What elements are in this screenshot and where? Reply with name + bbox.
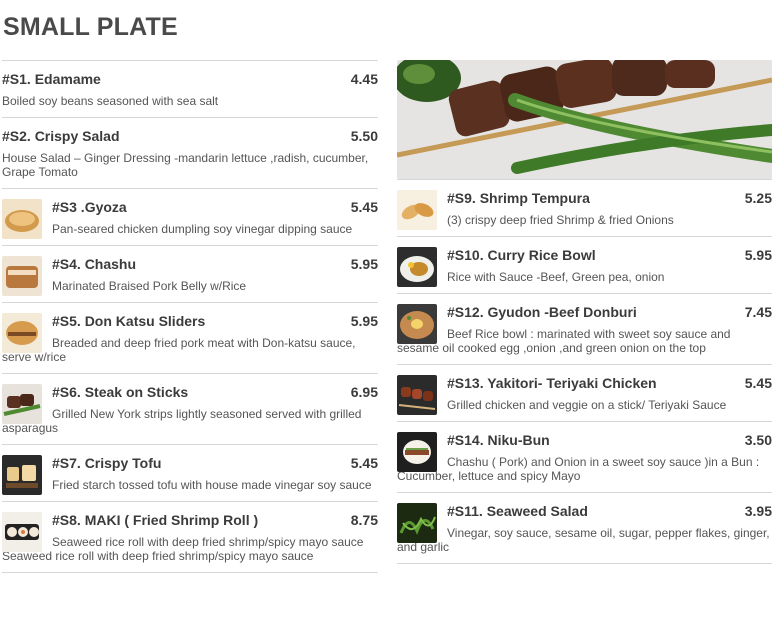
gyudon-photo (397, 304, 437, 344)
menu-item-price: 5.45 (350, 199, 378, 215)
menu-item-s9-shrimp-tempura: #S9. Shrimp Tempura 5.25 (3) crispy deep f… (397, 179, 772, 236)
menu-item-price: 5.95 (350, 256, 378, 272)
menu-item-description: Seaweed rice roll with deep fried shrimp… (2, 535, 364, 563)
tempura-photo (397, 190, 437, 230)
menu-item-name: #S4. Chashu (52, 256, 137, 272)
menu-item-name: #S3 .Gyoza (52, 199, 127, 215)
menu-item-price: 5.45 (350, 455, 378, 471)
bun-photo (397, 432, 437, 472)
menu-item-name: #S5. Don Katsu Sliders (52, 313, 206, 329)
menu-item-s10-curry-rice-bowl: #S10. Curry Rice Bowl 5.95 Rice with Sauce… (397, 236, 772, 293)
menu-item-s8-maki-fried-shrimp-roll: #S8. MAKI ( Fried Shrimp Roll ) 8.75 Seawe… (2, 501, 378, 573)
menu-item-description: Fried starch tossed tofu with house made… (52, 478, 372, 492)
menu-item-name: #S13. Yakitori- Teriyaki Chicken (447, 375, 657, 391)
menu-item-description: Beef Rice bowl : marinated with sweet so… (397, 327, 731, 355)
menu-item-s7-crispy-tofu: #S7. Crispy Tofu 5.45 Fried starch tossed … (2, 444, 378, 501)
menu-item-price: 5.95 (350, 313, 378, 329)
menu-item-price: 5.25 (744, 190, 772, 206)
menu-item-name: #S2. Crispy Salad (2, 128, 120, 144)
menu-item-description: Marinated Braised Pork Belly w/Rice (52, 279, 247, 293)
menu-item-name: #S12. Gyudon -Beef Donburi (447, 304, 637, 320)
sliders-photo (2, 313, 42, 353)
maki-photo (2, 512, 42, 552)
gyoza-photo (2, 199, 42, 239)
steak-skewer-hero-image (397, 60, 772, 179)
menu-item-price: 5.45 (744, 375, 772, 391)
menu-item-s2-crispy-salad: #S2. Crispy Salad 5.50 House Salad – Ginge… (2, 117, 378, 188)
menu-item-price: 7.45 (744, 304, 772, 320)
menu-column-left: #S1. Edamame 4.45 Boiled soy beans seasone… (2, 60, 378, 573)
menu-item-name: #S6. Steak on Sticks (52, 384, 189, 400)
chashu-photo (2, 256, 42, 296)
menu-item-name: #S7. Crispy Tofu (52, 455, 162, 471)
menu-item-name: #S9. Shrimp Tempura (447, 190, 590, 206)
menu-item-description: Chashu ( Pork) and Onion in a sweet soy … (397, 455, 760, 483)
menu-item-price: 3.50 (744, 432, 772, 448)
menu-item-s6-steak-on-sticks: #S6. Steak on Sticks 6.95 Grilled New York… (2, 373, 378, 444)
menu-item-description: Grilled chicken and veggie on a stick/ T… (447, 398, 727, 412)
menu-item-name: #S1. Edamame (2, 71, 101, 87)
curry-photo (397, 247, 437, 287)
tofu-photo (2, 455, 42, 495)
menu-item-s4-chashu: #S4. Chashu 5.95 Marinated Braised Pork Be… (2, 245, 378, 302)
menu-item-s13-yakitori-teriyaki-chicken: #S13. Yakitori- Teriyaki Chicken 5.45 Gril… (397, 364, 772, 421)
yakitori-photo (397, 375, 437, 415)
page-title: SMALL PLATE (3, 13, 178, 41)
menu-item-s14-niku-bun: #S14. Niku-Bun 3.50 Chashu ( Pork) and Oni… (397, 421, 772, 492)
menu-item-price: 4.45 (350, 71, 378, 87)
menu-item-description: Grilled New York strips lightly seasoned… (2, 407, 362, 435)
menu-item-s12-gyudon-beef-donburi: #S12. Gyudon -Beef Donburi 7.45 Beef Rice … (397, 293, 772, 364)
menu-item-price: 8.75 (350, 512, 378, 528)
menu-item-description: (3) crispy deep fried Shrimp & fried Oni… (447, 213, 674, 227)
menu-item-s5-don-katsu-sliders: #S5. Don Katsu Sliders 5.95 Breaded and de… (2, 302, 378, 373)
menu-item-description: Pan-seared chicken dumpling soy vinegar … (52, 222, 353, 236)
menu-item-description: Vinegar, soy sauce, sesame oil, sugar, p… (397, 526, 770, 554)
seaweed-photo (397, 503, 437, 543)
menu-item-description: House Salad – Ginger Dressing -mandarin … (2, 151, 369, 179)
menu-item-description: Breaded and deep fried pork meat with Do… (2, 336, 356, 364)
menu-item-name: #S14. Niku-Bun (447, 432, 550, 448)
menu-item-s1-edamame: #S1. Edamame 4.45 Boiled soy beans seasone… (2, 60, 378, 117)
menu-item-name: #S11. Seaweed Salad (447, 503, 588, 519)
menu-item-name: #S8. MAKI ( Fried Shrimp Roll ) (52, 512, 259, 528)
menu-item-description: Rice with Sauce -Beef, Green pea, onion (447, 270, 665, 284)
menu-item-price: 5.50 (350, 128, 378, 144)
menu-column-right: #S9. Shrimp Tempura 5.25 (3) crispy deep f… (397, 60, 772, 564)
steak-photo (2, 384, 42, 424)
menu-item-s11-seaweed-salad: #S11. Seaweed Salad 3.95 Vinegar, soy sauc… (397, 492, 772, 564)
menu-item-description: Boiled soy beans seasoned with sea salt (2, 94, 219, 108)
menu-item-price: 5.95 (744, 247, 772, 263)
menu-item-price: 6.95 (350, 384, 378, 400)
menu-item-name: #S10. Curry Rice Bowl (447, 247, 596, 263)
menu-item-price: 3.95 (744, 503, 772, 519)
menu-item-s3-gyoza: #S3 .Gyoza 5.45 Pan-seared chicken dumplin… (2, 188, 378, 245)
